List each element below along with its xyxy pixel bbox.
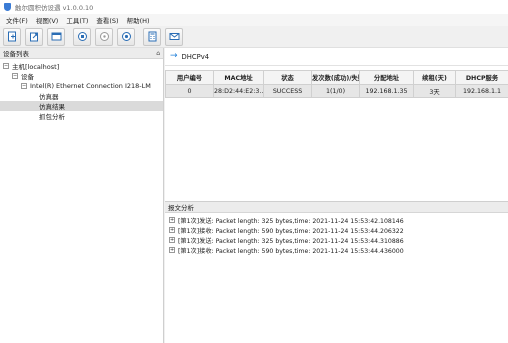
analysis-list: + [第1次]发送: Packet length: 325 bytes,time… [165,213,508,255]
device-panel-title: 设备列表 [3,50,29,58]
tree-host-label: 主机[localhost] [12,63,60,71]
menu-tools[interactable]: 工具(T) [62,15,92,25]
new-doc-button[interactable] [3,27,21,46]
col-status[interactable]: 状态 [263,70,312,85]
expand-icon[interactable]: + [169,237,175,243]
tree-item-simulator[interactable]: 仿真器 [0,91,163,101]
window-title: 触尔圆积仿设遇 v1.0.0.10 [15,4,94,12]
tree-item-capture[interactable]: 抓包分析 [0,111,163,121]
col-user-id[interactable]: 用户编号 [165,70,214,85]
packet-analysis-panel: 报文分析 + [第1次]发送: Packet length: 325 bytes… [165,201,508,343]
log-entry-text: [第1次]发送: Packet length: 325 bytes,time: … [178,237,404,245]
stop-button[interactable] [73,27,91,46]
window-button[interactable] [47,27,65,46]
menu-help[interactable]: 帮助(H) [123,15,154,25]
app-logo-icon [4,3,11,11]
mail-icon [169,33,179,40]
new-doc-icon [7,31,16,42]
dhcp-header: → DHCPv4 [165,48,508,66]
cell-lease: 3天 [413,84,456,98]
calculator-button[interactable] [143,27,161,46]
tree-item-device[interactable]: − 设备 [0,71,163,81]
menu-inspect[interactable]: 查看(S) [92,15,122,25]
col-lease[interactable]: 续租(天) [413,70,456,85]
tree-item-sim-results[interactable]: 仿真结果 [0,101,163,111]
device-tree: − 主机[localhost] − 设备 − Intel(R) Ethernet… [0,59,163,121]
tree-adapter-label: Intel(R) Ethernet Connection I218-LM [30,82,151,90]
collapse-icon[interactable]: − [21,83,27,89]
tree-device-label: 设备 [21,73,34,81]
collapse-icon[interactable]: − [12,73,18,79]
tree-capture-label: 抓包分析 [39,113,65,121]
col-mac[interactable]: MAC地址 [213,70,264,85]
cell-status: SUCCESS [263,84,312,98]
log-entry-text: [第1次]接收: Packet length: 590 bytes,time: … [178,247,404,255]
device-panel-header: 设备列表 ⌂ [0,48,163,59]
cell-mac: 28:D2:44:E2:3... [213,84,264,98]
main-panel: → DHCPv4 用户编号 MAC地址 状态 发次数(成功)/失败 分配地址 续… [165,48,508,343]
cell-attempts: 1(1/0) [311,84,360,98]
open-doc-button[interactable] [25,27,43,46]
tree-simulator-label: 仿真器 [39,93,59,101]
calculator-icon [148,31,156,42]
tree-item-adapter[interactable]: − Intel(R) Ethernet Connection I218-LM [0,81,163,91]
play-button[interactable] [117,27,135,46]
menu-file[interactable]: 文件(F) [2,15,32,25]
dhcp-title: DHCPv4 [181,52,210,61]
col-dhcp-server[interactable]: DHCP服务 [455,70,508,85]
analysis-title: 报文分析 [168,204,194,212]
expand-icon[interactable]: + [169,227,175,233]
title-bar: 触尔圆积仿设遇 v1.0.0.10 [0,0,508,14]
list-item[interactable]: + [第1次]发送: Packet length: 325 bytes,time… [165,215,508,225]
col-address[interactable]: 分配地址 [359,70,414,85]
analysis-header: 报文分析 [165,202,508,213]
toolbar [0,26,508,48]
pause-circle-icon [99,32,109,41]
tree-sim-results-label: 仿真结果 [39,103,65,111]
table-header-row: 用户编号 MAC地址 状态 发次数(成功)/失败 分配地址 续租(天) DHCP… [165,70,508,85]
list-item[interactable]: + [第1次]发送: Packet length: 325 bytes,time… [165,235,508,245]
menu-view[interactable]: 视图(V) [32,15,63,25]
col-attempts[interactable]: 发次数(成功)/失败 [311,70,360,85]
menu-bar: 文件(F) 视图(V) 工具(T) 查看(S) 帮助(H) [0,14,508,26]
device-panel: 设备列表 ⌂ − 主机[localhost] − 设备 − Intel(R) E… [0,48,164,343]
cell-address: 192.168.1.35 [359,84,414,98]
collapse-icon[interactable]: − [3,63,9,69]
tree-item-host[interactable]: − 主机[localhost] [0,61,163,71]
open-doc-icon [29,32,38,42]
log-entry-text: [第1次]接收: Packet length: 590 bytes,time: … [178,227,404,235]
mail-button[interactable] [165,27,183,46]
play-circle-icon [121,32,131,41]
pin-icon[interactable]: ⌂ [156,50,160,57]
expand-icon[interactable]: + [169,217,175,223]
stop-circle-icon [77,32,87,41]
cell-dhcp-server: 192.168.1.1 [455,84,508,98]
list-item[interactable]: + [第1次]接收: Packet length: 590 bytes,time… [165,245,508,255]
expand-icon[interactable]: + [169,247,175,253]
results-table: 用户编号 MAC地址 状态 发次数(成功)/失败 分配地址 续租(天) DHCP… [165,70,508,98]
cell-user-id: 0 [165,84,214,98]
table-row[interactable]: 0 28:D2:44:E2:3... SUCCESS 1(1/0) 192.16… [165,84,508,98]
log-entry-text: [第1次]发送: Packet length: 325 bytes,time: … [178,217,404,225]
window-icon [51,32,61,41]
arrow-right-icon: → [170,51,178,61]
list-item[interactable]: + [第1次]接收: Packet length: 590 bytes,time… [165,225,508,235]
pause-button[interactable] [95,27,113,46]
